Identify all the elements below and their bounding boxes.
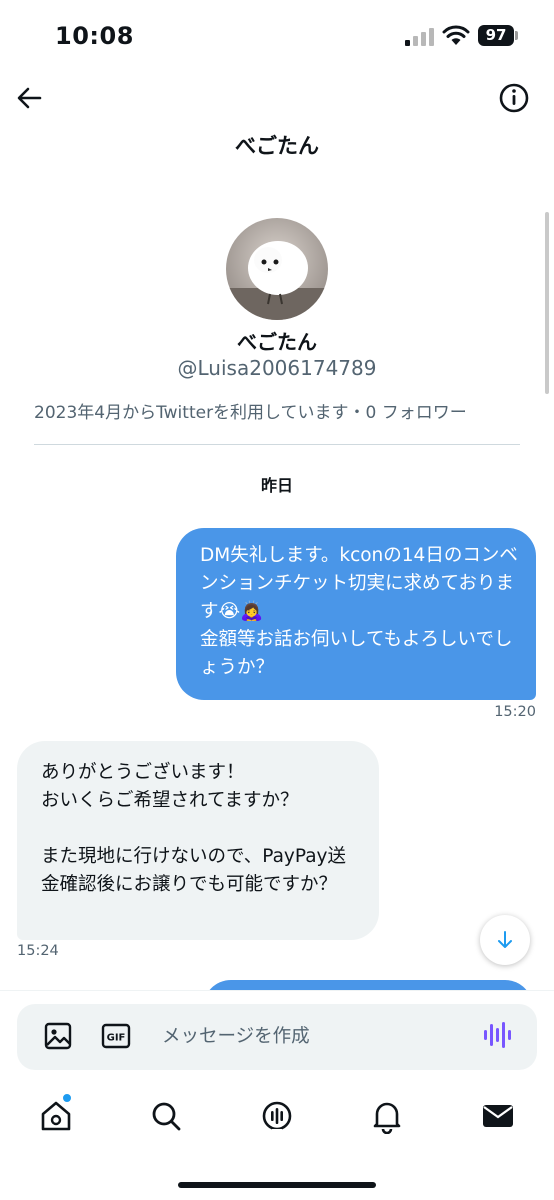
home-icon[interactable]	[38, 1098, 74, 1134]
sent-message-bubble[interactable]: DM失礼します。kconの14日のコンベンションチケット切実に求めております😭🙇…	[176, 528, 536, 700]
message-input[interactable]	[162, 1020, 462, 1052]
mail-icon[interactable]	[480, 1098, 516, 1134]
gif-icon[interactable]: GIF	[100, 1020, 132, 1052]
status-bar: 10:08 97	[0, 0, 554, 74]
cellular-signal-icon	[405, 28, 434, 46]
voice-icon[interactable]	[482, 1019, 512, 1051]
message-timestamp: 15:24	[17, 943, 59, 959]
conversation-title: べごたん	[235, 134, 319, 158]
received-message-bubble[interactable]: ありがとうございます！ おいくらご希望されてますか？ また現地に行けないので、P…	[17, 741, 379, 940]
battery-tip	[515, 31, 518, 40]
scroll-to-bottom-button[interactable]	[480, 915, 530, 965]
date-separator: 昨日	[260, 476, 293, 495]
message-timestamp: 15:20	[494, 704, 536, 720]
image-icon[interactable]	[42, 1020, 74, 1052]
bell-icon[interactable]	[369, 1098, 405, 1134]
status-time: 10:08	[55, 22, 134, 50]
scrollbar[interactable]	[545, 212, 549, 394]
notification-dot	[62, 1093, 72, 1103]
avatar[interactable]	[226, 218, 328, 320]
svg-text:GIF: GIF	[107, 1033, 126, 1044]
divider	[34, 444, 520, 445]
profile-meta: 2023年4月からTwitterを利用しています・0 フォロワー	[34, 403, 467, 423]
spaces-icon[interactable]	[259, 1098, 295, 1134]
wifi-icon	[442, 25, 470, 45]
profile-name: べごたん	[237, 330, 317, 354]
scroll-down-icon	[498, 931, 512, 948]
info-icon[interactable]	[496, 80, 532, 116]
search-icon[interactable]	[148, 1098, 184, 1134]
back-arrow-icon[interactable]	[12, 80, 48, 116]
home-indicator	[178, 1182, 376, 1188]
battery-level: 97	[478, 25, 514, 46]
profile-handle: @Luisa2006174789	[177, 356, 377, 380]
